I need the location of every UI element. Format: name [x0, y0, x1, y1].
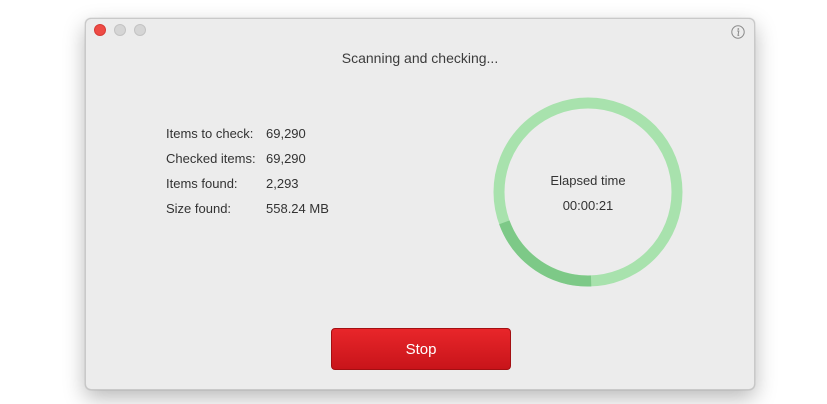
stat-value: 558.24 MB [266, 201, 329, 216]
stat-items-to-check: Items to check: 69,290 [166, 125, 329, 150]
info-icon[interactable] [731, 25, 745, 39]
close-icon[interactable] [94, 24, 106, 36]
stat-value: 2,293 [266, 176, 299, 191]
stat-label: Items found: [166, 176, 238, 191]
scan-stats: Items to check: 69,290 Checked items: 69… [166, 125, 329, 225]
stat-value: 69,290 [266, 151, 306, 166]
screen: Scanning and checking... Items to check:… [0, 0, 827, 404]
stat-size-found: Size found: 558.24 MB [166, 200, 329, 225]
stat-label: Size found: [166, 201, 232, 216]
stat-checked-items: Checked items: 69,290 [166, 150, 329, 175]
minimize-icon[interactable] [114, 24, 126, 36]
zoom-icon[interactable] [134, 24, 146, 36]
stat-label: Checked items: [166, 151, 256, 166]
elapsed-time-label: Elapsed time [550, 173, 626, 188]
stat-value: 69,290 [266, 126, 306, 141]
stat-label: Items to check: [166, 126, 254, 141]
window-title: Scanning and checking... [341, 50, 499, 66]
scan-window: Scanning and checking... Items to check:… [85, 18, 755, 390]
elapsed-progress-ring: Elapsed time 00:00:21 [492, 96, 684, 288]
progress-ring-svg [493, 97, 683, 287]
stat-items-found: Items found: 2,293 [166, 175, 329, 200]
elapsed-time-value: 00:00:21 [562, 198, 614, 213]
stop-button[interactable]: Stop [331, 328, 511, 370]
